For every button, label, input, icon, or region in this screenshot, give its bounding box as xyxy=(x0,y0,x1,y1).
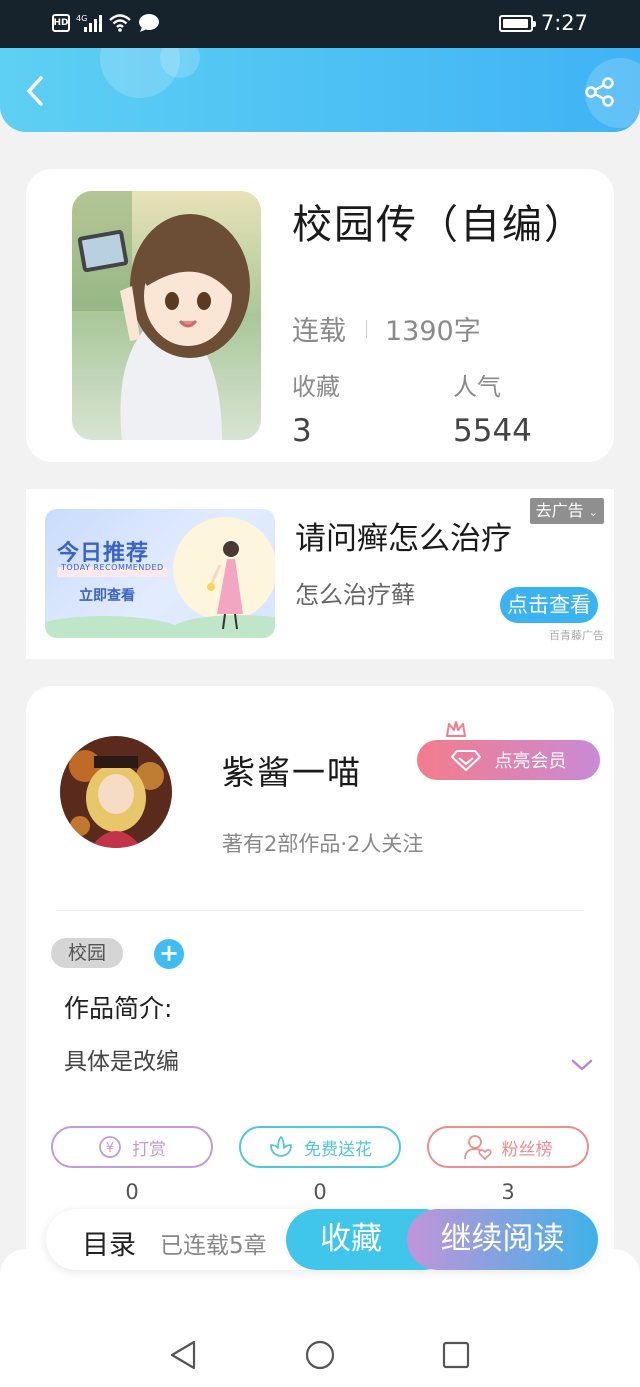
flower-icon xyxy=(270,1136,292,1157)
status-left: HD 4G xyxy=(52,13,160,33)
diamond-icon xyxy=(450,750,481,771)
ad-image[interactable]: 今日推荐 TODAY RECOMMENDED 立即查看 xyxy=(45,509,275,638)
author-avatar[interactable] xyxy=(60,736,172,848)
flower-count: 0 xyxy=(313,1180,327,1204)
remove-ad-label: 去广告 xyxy=(535,501,584,520)
battery-icon xyxy=(498,14,536,32)
toc-button[interactable]: 目录 xyxy=(82,1223,136,1262)
continue-reading-button[interactable]: 继续阅读 xyxy=(407,1209,598,1270)
divider xyxy=(56,910,584,911)
status-bar: HD 4G 7:27 xyxy=(0,0,640,48)
nav-back-button[interactable] xyxy=(163,1335,203,1375)
wifi-icon xyxy=(109,14,131,32)
status-right: 7:27 xyxy=(498,11,588,35)
vip-button[interactable]: 点亮会员 xyxy=(417,740,600,780)
fans-count: 3 xyxy=(501,1180,515,1204)
status-divider xyxy=(366,319,367,338)
ad-source: 百青藤广告 xyxy=(549,629,604,642)
message-icon xyxy=(139,14,159,32)
expand-chevron-icon[interactable] xyxy=(570,1058,594,1072)
nav-home-button[interactable] xyxy=(300,1335,340,1375)
ad-illustration xyxy=(45,517,275,638)
word-count: 1390字 xyxy=(385,316,481,347)
add-tag-button[interactable]: + xyxy=(154,939,184,969)
ad-view-button[interactable]: 点击查看 xyxy=(500,587,598,623)
intro-label: 作品简介: xyxy=(64,994,173,1023)
send-flower-button[interactable]: 免费送花 xyxy=(239,1126,401,1168)
ad-banner[interactable]: 今日推荐 TODAY RECOMMENDED 立即查看 请问癣怎么治疗 怎么治疗… xyxy=(26,489,614,659)
nav-recents-button[interactable] xyxy=(436,1335,476,1375)
svg-text:¥: ¥ xyxy=(106,1141,114,1156)
fans-rank-icon xyxy=(463,1135,492,1160)
crown-icon xyxy=(446,721,466,737)
signal-icon: 4G xyxy=(76,14,102,32)
home-circle-icon xyxy=(305,1340,335,1370)
fans-rank-label: 粉丝榜 xyxy=(501,1139,553,1160)
recents-square-icon xyxy=(442,1341,470,1369)
book-info-card: 校园传（自编） 连载 1390字 收藏 3 人气 5544 xyxy=(26,169,614,462)
yen-coin-icon: ¥ xyxy=(99,1136,121,1158)
genre-tag[interactable]: 校园 xyxy=(51,938,123,968)
share-icon xyxy=(585,77,614,107)
hd-icon: HD xyxy=(52,14,70,32)
clock: 7:27 xyxy=(540,11,588,35)
serial-status: 连载 xyxy=(292,316,346,347)
book-status-row: 连载 1390字 xyxy=(292,309,481,348)
popularity-label: 人气 xyxy=(453,373,501,401)
ad-image-cta: 立即查看 xyxy=(79,588,135,604)
reward-label: 打赏 xyxy=(132,1139,166,1160)
ad-subtitle: 怎么治疗藓 xyxy=(295,581,415,609)
popularity-value: 5544 xyxy=(453,413,532,449)
back-triangle-icon xyxy=(170,1340,196,1370)
reward-count: 0 xyxy=(125,1180,139,1204)
ad-title[interactable]: 请问癣怎么治疗 xyxy=(295,513,512,558)
book-cover[interactable] xyxy=(72,191,261,440)
author-meta: 著有2部作品·2人关注 xyxy=(222,832,424,856)
cover-illustration xyxy=(72,191,261,440)
book-title: 校园传（自编） xyxy=(292,202,586,248)
chevron-left-icon xyxy=(27,76,43,106)
chapter-count[interactable]: 已连载5章 xyxy=(160,1226,267,1260)
plus-icon: + xyxy=(158,939,180,967)
favorites-value: 3 xyxy=(292,413,312,449)
favorites-label: 收藏 xyxy=(292,373,340,401)
avatar-illustration xyxy=(60,736,172,848)
author-name[interactable]: 紫酱一喵 xyxy=(222,746,362,794)
reward-button[interactable]: ¥ 打赏 xyxy=(51,1126,213,1168)
fans-rank-button[interactable]: 粉丝榜 xyxy=(427,1126,589,1168)
intro-text: 具体是改编 xyxy=(64,1049,179,1075)
vip-button-label: 点亮会员 xyxy=(494,751,567,772)
ad-image-subtitle: TODAY RECOMMENDED xyxy=(61,563,164,572)
chevron-down-icon: ⌄ xyxy=(588,506,598,519)
remove-ad-button[interactable]: 去广告 ⌄ xyxy=(529,498,604,524)
network-label: 4G xyxy=(76,14,87,23)
bottom-action-bar: 目录 已连载5章 收藏 继续阅读 xyxy=(46,1209,598,1270)
share-button[interactable] xyxy=(584,76,616,108)
app-header xyxy=(0,48,640,132)
back-button[interactable] xyxy=(18,74,52,108)
send-flower-label: 免费送花 xyxy=(304,1139,372,1160)
